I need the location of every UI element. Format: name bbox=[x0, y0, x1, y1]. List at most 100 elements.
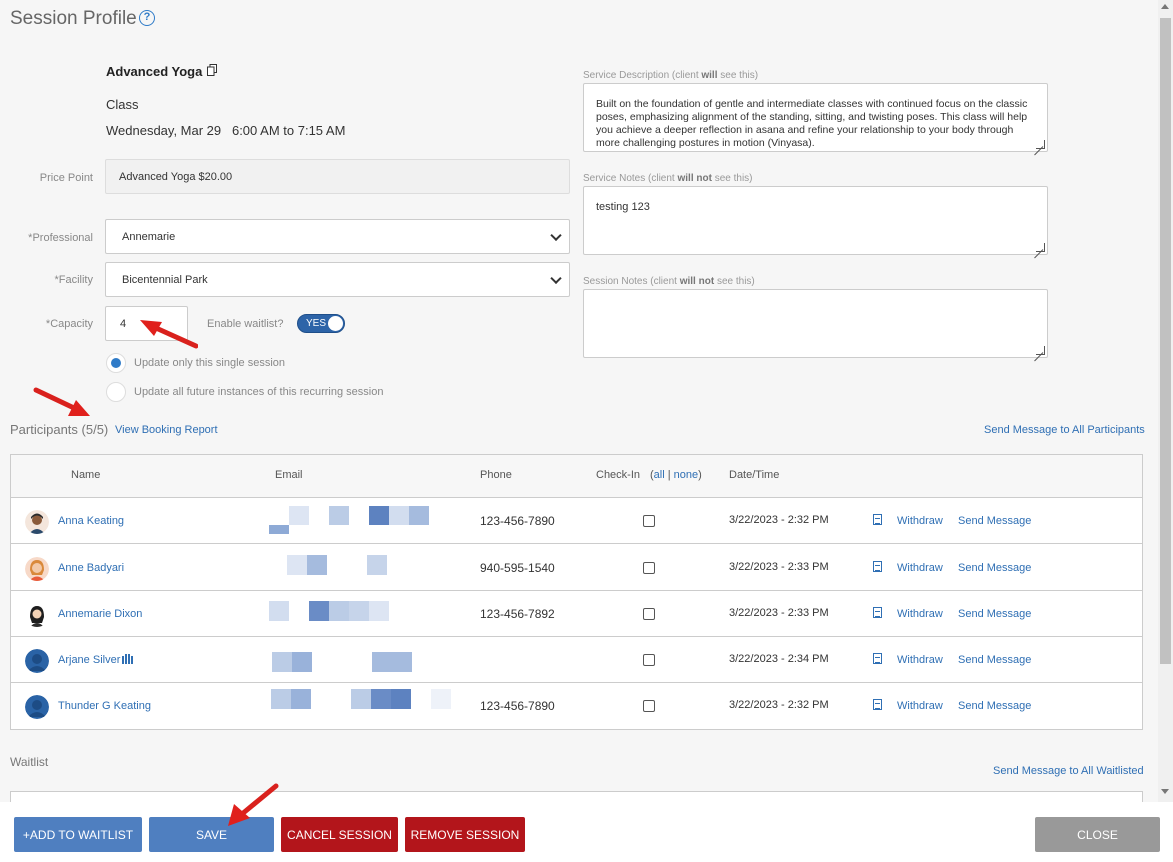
withdraw-link[interactable]: Withdraw bbox=[897, 515, 943, 527]
annotation-arrow-icon bbox=[228, 783, 279, 826]
withdraw-link[interactable]: Withdraw bbox=[897, 562, 943, 574]
participant-name-link[interactable]: Annemarie Dixon bbox=[58, 608, 142, 620]
send-message-link[interactable]: Send Message bbox=[958, 562, 1031, 574]
session-name: Advanced Yoga bbox=[106, 64, 203, 79]
column-phone: Phone bbox=[480, 469, 512, 481]
view-booking-report-link[interactable]: View Booking Report bbox=[115, 424, 218, 436]
participant-name-link[interactable]: Arjane Silver bbox=[58, 654, 120, 666]
checkin-checkbox[interactable] bbox=[643, 608, 655, 620]
chevron-down-icon bbox=[550, 272, 562, 284]
cancel-session-button[interactable]: CANCEL SESSION bbox=[281, 817, 398, 852]
redacted-email bbox=[391, 689, 411, 709]
radio-all-future-label: Update all future instances of this recu… bbox=[134, 386, 384, 398]
document-icon[interactable] bbox=[873, 514, 882, 525]
session-notes-label: Session Notes (client will not see this) bbox=[583, 276, 755, 287]
facility-label: *Facility bbox=[54, 274, 93, 286]
scrollbar-thumb[interactable] bbox=[1160, 18, 1171, 664]
close-button[interactable]: CLOSE bbox=[1035, 817, 1160, 852]
service-notes-textarea[interactable]: testing 123 bbox=[583, 186, 1048, 255]
redacted-email bbox=[289, 506, 309, 525]
capacity-value: 4 bbox=[120, 317, 127, 330]
participant-date: 3/22/2023 - 2:34 PM bbox=[729, 653, 829, 665]
participant-name-link[interactable]: Anna Keating bbox=[58, 515, 124, 527]
avatar-icon bbox=[25, 695, 49, 719]
annotation-arrow-icon bbox=[33, 387, 90, 416]
participant-date: 3/22/2023 - 2:33 PM bbox=[729, 607, 829, 619]
document-icon[interactable] bbox=[873, 607, 882, 618]
participant-date: 3/22/2023 - 2:33 PM bbox=[729, 561, 829, 573]
resize-grip-icon[interactable] bbox=[1036, 243, 1045, 252]
participants-table: Name Email Phone Check-In (all | none) D… bbox=[10, 454, 1143, 730]
send-message-link[interactable]: Send Message bbox=[958, 515, 1031, 527]
copy-icon[interactable] bbox=[207, 64, 217, 76]
withdraw-link[interactable]: Withdraw bbox=[897, 654, 943, 666]
resize-grip-icon[interactable] bbox=[1036, 346, 1045, 355]
avatar-icon bbox=[25, 557, 49, 581]
toggle-knob bbox=[328, 316, 343, 331]
document-icon[interactable] bbox=[873, 699, 882, 710]
send-message-all-waitlisted-link[interactable]: Send Message to All Waitlisted bbox=[993, 765, 1144, 777]
withdraw-link[interactable]: Withdraw bbox=[897, 608, 943, 620]
professional-label: *Professional bbox=[28, 232, 93, 244]
redacted-email bbox=[307, 555, 327, 575]
family-icon bbox=[122, 654, 133, 664]
checkin-checkbox[interactable] bbox=[643, 654, 655, 666]
redacted-email bbox=[367, 555, 387, 575]
service-description-textarea[interactable]: Built on the foundation of gentle and in… bbox=[583, 83, 1048, 152]
scroll-down-icon[interactable] bbox=[1161, 789, 1169, 794]
facility-select[interactable]: Bicentennial Park bbox=[105, 262, 570, 297]
table-row: Thunder G Keating 123-456-7890 3/22/2023… bbox=[11, 683, 1142, 729]
redacted-email bbox=[287, 555, 307, 575]
help-icon[interactable]: ? bbox=[139, 10, 155, 26]
send-message-all-participants-link[interactable]: Send Message to All Participants bbox=[984, 424, 1145, 436]
redacted-email bbox=[329, 601, 349, 621]
redacted-email bbox=[351, 689, 371, 709]
resize-grip-icon[interactable] bbox=[1036, 140, 1045, 149]
service-description-value: Built on the foundation of gentle and in… bbox=[596, 98, 1028, 149]
send-message-link[interactable]: Send Message bbox=[958, 608, 1031, 620]
redacted-email bbox=[291, 689, 311, 709]
send-message-link[interactable]: Send Message bbox=[958, 654, 1031, 666]
redacted-email bbox=[349, 601, 369, 621]
withdraw-link[interactable]: Withdraw bbox=[897, 700, 943, 712]
chevron-down-icon bbox=[550, 229, 562, 241]
redacted-email bbox=[409, 506, 429, 525]
redacted-email bbox=[431, 689, 451, 709]
document-icon[interactable] bbox=[873, 561, 882, 572]
professional-select[interactable]: Annemarie bbox=[105, 219, 570, 254]
radio-all-future[interactable] bbox=[106, 382, 126, 402]
session-date-time: Wednesday, Mar 29 6:00 AM to 7:15 AM bbox=[106, 123, 346, 138]
price-point-label: Price Point bbox=[39, 172, 93, 184]
participant-date: 3/22/2023 - 2:32 PM bbox=[729, 514, 829, 526]
send-message-link[interactable]: Send Message bbox=[958, 700, 1031, 712]
service-notes-label: Service Notes (client will not see this) bbox=[583, 173, 753, 184]
scroll-up-icon[interactable] bbox=[1161, 4, 1169, 9]
table-header: Name Email Phone Check-In (all | none) D… bbox=[11, 455, 1142, 498]
redacted-email bbox=[371, 689, 391, 709]
redacted-email bbox=[292, 652, 312, 672]
session-notes-textarea[interactable] bbox=[583, 289, 1048, 358]
checkin-checkbox[interactable] bbox=[643, 515, 655, 527]
participant-name: Arjane Silver bbox=[58, 654, 121, 666]
column-name: Name bbox=[71, 469, 101, 481]
redacted-email bbox=[309, 601, 329, 621]
session-profile-panel: Session Profile ? Advanced Yoga Class We… bbox=[0, 0, 1158, 802]
avatar-icon bbox=[25, 649, 49, 673]
checkin-checkbox[interactable] bbox=[643, 562, 655, 574]
radio-single-session[interactable] bbox=[106, 353, 126, 373]
checkin-none-link[interactable]: none bbox=[674, 469, 698, 481]
add-to-waitlist-button[interactable]: +ADD TO WAITLIST bbox=[14, 817, 142, 852]
capacity-label: *Capacity bbox=[45, 318, 93, 330]
remove-session-button[interactable]: REMOVE SESSION bbox=[405, 817, 525, 852]
footer-bar: +ADD TO WAITLIST SAVE CANCEL SESSION REM… bbox=[0, 802, 1173, 862]
document-icon[interactable] bbox=[873, 653, 882, 664]
participant-phone: 123-456-7890 bbox=[480, 699, 555, 713]
avatar-icon bbox=[25, 510, 49, 534]
participant-name-link[interactable]: Thunder G Keating bbox=[58, 700, 151, 712]
table-row: Annemarie Dixon 123-456-7892 3/22/2023 -… bbox=[11, 591, 1142, 637]
participant-name-link[interactable]: Anne Badyari bbox=[58, 562, 124, 574]
waitlist-toggle[interactable]: YES bbox=[297, 314, 345, 333]
table-row: Anna Keating 123-456-7890 3/22/2023 - 2:… bbox=[11, 498, 1142, 544]
checkin-checkbox[interactable] bbox=[643, 700, 655, 712]
checkin-all-link[interactable]: all bbox=[654, 469, 665, 481]
